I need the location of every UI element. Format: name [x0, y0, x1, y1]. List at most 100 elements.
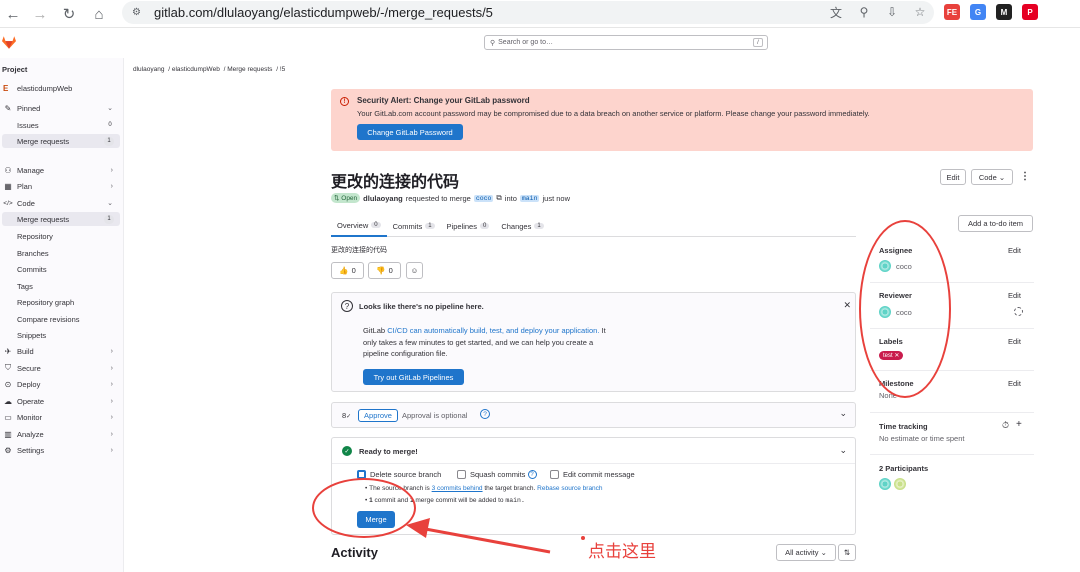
sidebar-item-compare-revisions[interactable]: Compare revisions: [0, 312, 121, 326]
sidebar-item-code-merge-requests[interactable]: Merge requests 1: [2, 212, 120, 226]
sidebar-item-label: Pinned: [17, 103, 41, 113]
translate-icon[interactable]: 文: [826, 3, 846, 21]
pinterest-extension-icon[interactable]: P: [1022, 4, 1038, 20]
squash-checkbox[interactable]: [457, 470, 466, 479]
sidebar-item-tags[interactable]: Tags: [0, 279, 121, 293]
sidebar-item-manage[interactable]: ⚇ Manage ›: [0, 163, 121, 177]
approval-text: Approval is optional: [402, 411, 468, 420]
search-placeholder: Search or go to…: [498, 39, 554, 46]
edit-message-checkbox[interactable]: [550, 470, 559, 479]
sidebar-item-analyze[interactable]: ▥ Analyze ›: [0, 427, 121, 441]
author-link[interactable]: dlulaoyang: [363, 194, 403, 203]
forward-arrow-icon[interactable]: →: [27, 3, 53, 25]
squash-option[interactable]: Squash commits ?: [457, 470, 537, 479]
tab-count: 0: [371, 222, 381, 228]
tab-commits[interactable]: Commits 1: [387, 215, 441, 237]
sidebar-item-repository-graph[interactable]: Repository graph: [0, 295, 121, 309]
install-icon[interactable]: ⇩: [882, 3, 902, 21]
sidebar-item-label: Settings: [17, 445, 45, 455]
source-branch[interactable]: coco: [473, 194, 494, 202]
back-arrow-icon[interactable]: ←: [0, 3, 26, 25]
breadcrumb-item[interactable]: Merge requests: [227, 66, 272, 73]
breadcrumb-item[interactable]: elasticdumpWeb: [172, 66, 220, 73]
thumbs-down-button[interactable]: 👎 0: [368, 262, 401, 279]
sort-order-button[interactable]: ⇅: [838, 544, 856, 561]
address-bar[interactable]: ⚙ gitlab.com/dlulaoyang/elasticdumpweb/-…: [122, 1, 934, 24]
code-icon: </>: [3, 199, 13, 207]
chevron-down-icon[interactable]: ⌄: [839, 445, 847, 456]
sidebar-item-commits[interactable]: Commits: [0, 262, 121, 276]
commits-behind-link[interactable]: 3 commits behind: [432, 485, 483, 492]
help-icon[interactable]: ?: [527, 470, 537, 479]
breadcrumb-item[interactable]: dlulaoyang: [133, 66, 164, 73]
sidebar-item-monitor[interactable]: ▭ Monitor ›: [0, 410, 121, 424]
sidebar-item-secure[interactable]: ⛉ Secure ›: [0, 361, 121, 375]
try-pipelines-button[interactable]: Try out GitLab Pipelines: [363, 369, 464, 385]
home-icon[interactable]: ⌂: [86, 3, 112, 25]
avatar[interactable]: [879, 478, 891, 490]
translate-extension-icon[interactable]: G: [970, 4, 986, 20]
zoom-icon[interactable]: ⚲: [854, 3, 874, 21]
sidebar-item-issues[interactable]: Issues 0: [0, 118, 121, 132]
thumbs-up-count: 0: [351, 266, 356, 275]
sidebar-item-snippets[interactable]: Snippets: [0, 328, 121, 342]
tab-changes[interactable]: Changes 1: [495, 215, 549, 237]
sidebar-heading: Project: [2, 65, 28, 74]
m-extension-icon[interactable]: M: [996, 4, 1012, 20]
add-time-icon[interactable]: +: [1016, 419, 1022, 430]
copy-icon[interactable]: ⧉: [496, 193, 501, 203]
chevron-down-icon[interactable]: ⌄: [839, 408, 847, 419]
help-icon[interactable]: ?: [480, 409, 490, 419]
edit-message-option[interactable]: Edit commit message: [550, 470, 635, 479]
gitlab-logo-icon[interactable]: [2, 36, 16, 49]
search-input[interactable]: ⚲ Search or go to… /: [484, 35, 768, 50]
add-reaction-button[interactable]: ☺: [406, 262, 423, 279]
checkbox-label: Edit commit message: [563, 470, 635, 479]
thumbs-up-button[interactable]: 👍 0: [331, 262, 364, 279]
close-icon[interactable]: ✕: [843, 300, 851, 311]
avatar[interactable]: [894, 478, 906, 490]
sidebar-item-plan[interactable]: ▦ Plan ›: [0, 179, 121, 193]
fe-extension-icon[interactable]: FE: [944, 4, 960, 20]
approve-button[interactable]: Approve: [358, 409, 398, 422]
ci-cd-link[interactable]: CI/CD can automatically build, test, and…: [387, 326, 599, 335]
rebase-link[interactable]: Rebase source branch: [537, 485, 602, 492]
edit-button[interactable]: Edit: [940, 169, 966, 185]
sidebar-item-code[interactable]: </> Code ⌄: [0, 196, 121, 210]
breadcrumb-item[interactable]: !5: [280, 66, 285, 73]
sidebar-item-label: Code: [17, 198, 35, 208]
time-tracking-value: No estimate or time spent: [879, 434, 965, 443]
assignee-edit-link[interactable]: Edit: [1008, 246, 1021, 255]
tab-pipelines[interactable]: Pipelines 0: [441, 215, 496, 237]
sidebar-item-settings[interactable]: ⚙ Settings ›: [0, 443, 121, 457]
sidebar-project[interactable]: E elasticdumpWeb: [0, 81, 121, 95]
mr-count: 1: [104, 136, 114, 146]
sidebar-item-deploy[interactable]: ⊙ Deploy ›: [0, 377, 121, 391]
sidebar-item-build[interactable]: ✈ Build ›: [0, 344, 121, 358]
sidebar-item-merge-requests-pinned[interactable]: Merge requests 1: [2, 134, 120, 148]
sidebar-item-operate[interactable]: ☁ Operate ›: [0, 394, 121, 408]
stopwatch-icon[interactable]: ⏱: [1002, 420, 1009, 431]
breadcrumb: dlulaoyang / elasticdumpWeb / Merge requ…: [133, 66, 286, 73]
check-circle-icon: ✓: [342, 446, 352, 456]
code-dropdown-button[interactable]: Code ⌄: [971, 169, 1013, 185]
pipeline-card-body: GitLab CI/CD can automatically build, te…: [363, 325, 633, 360]
sidebar-item-pinned[interactable]: ✎ Pinned ⌄: [0, 101, 121, 115]
reload-icon[interactable]: ↻: [56, 3, 82, 25]
labels-edit-link[interactable]: Edit: [1008, 337, 1021, 346]
sidebar-item-repository[interactable]: Repository: [0, 229, 121, 243]
milestone-edit-link[interactable]: Edit: [1008, 379, 1021, 388]
target-branch[interactable]: main: [519, 194, 540, 202]
manage-icon: ⚇: [4, 165, 12, 175]
site-settings-icon[interactable]: ⚙: [132, 7, 144, 19]
chart-icon: ▥: [4, 429, 12, 439]
reviewer-edit-link[interactable]: Edit: [1008, 291, 1021, 300]
kebab-menu-icon[interactable]: ⋮: [1020, 171, 1030, 182]
bookmark-star-icon[interactable]: ☆: [910, 3, 930, 21]
pipeline-card: ? Looks like there's no pipeline here. ✕…: [331, 292, 856, 392]
activity-filter-dropdown[interactable]: All activity ⌄: [776, 544, 836, 561]
sidebar-item-branches[interactable]: Branches: [0, 246, 121, 260]
tab-overview[interactable]: Overview 0: [331, 215, 387, 237]
add-todo-button[interactable]: Add a to-do item: [958, 215, 1033, 232]
change-password-button[interactable]: Change GitLab Password: [357, 124, 463, 140]
